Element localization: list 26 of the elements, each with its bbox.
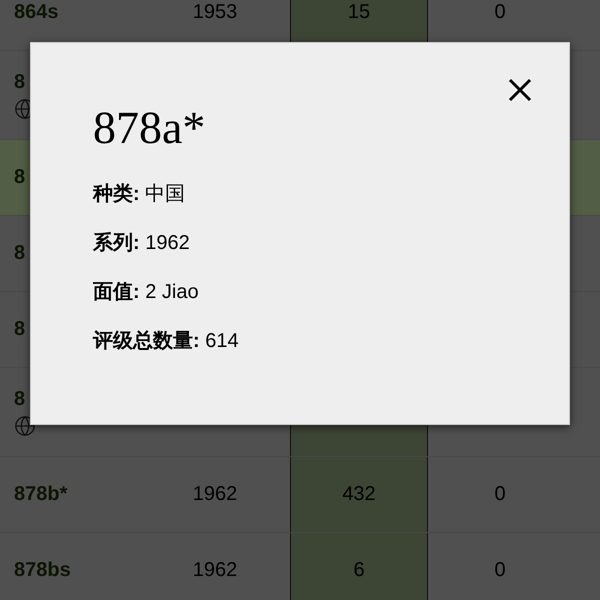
dialog-title: 878a* bbox=[93, 101, 206, 154]
year-text: 1962 bbox=[192, 559, 238, 582]
table-cell: 0 bbox=[494, 559, 506, 582]
count-text: 15 bbox=[348, 1, 370, 24]
close-icon bbox=[508, 78, 532, 102]
table-cell: 0 bbox=[494, 483, 506, 506]
stamp-code[interactable]: 8 bbox=[14, 388, 26, 410]
count-text: 6 bbox=[353, 559, 365, 582]
detail-field: 种类: 中国 bbox=[93, 180, 507, 207]
table-row[interactable]: 878bs 1962 6 0 bbox=[0, 533, 600, 600]
globe-icon bbox=[14, 414, 36, 436]
stamp-code[interactable]: 8 bbox=[14, 70, 26, 94]
stamp-code[interactable]: 8 bbox=[14, 318, 26, 341]
stamp-code[interactable]: 8 bbox=[14, 242, 26, 265]
table-row[interactable]: 878b* 1962 432 0 bbox=[0, 457, 600, 533]
stamp-code[interactable]: 864s bbox=[14, 1, 58, 24]
year-text: 1962 bbox=[192, 483, 238, 506]
stamp-code[interactable]: 878bs bbox=[14, 559, 71, 582]
detail-field: 系列: 1962 bbox=[93, 229, 507, 256]
count-text: 432 bbox=[342, 483, 376, 506]
stamp-code[interactable]: 8 bbox=[14, 166, 26, 189]
detail-field: 评级总数量: 614 bbox=[93, 327, 507, 354]
table-cell: 0 bbox=[494, 1, 506, 24]
stamp-code[interactable]: 878b* bbox=[14, 483, 68, 506]
detail-field: 面值: 2 Jiao bbox=[93, 278, 507, 305]
year-text: 1953 bbox=[192, 1, 238, 24]
